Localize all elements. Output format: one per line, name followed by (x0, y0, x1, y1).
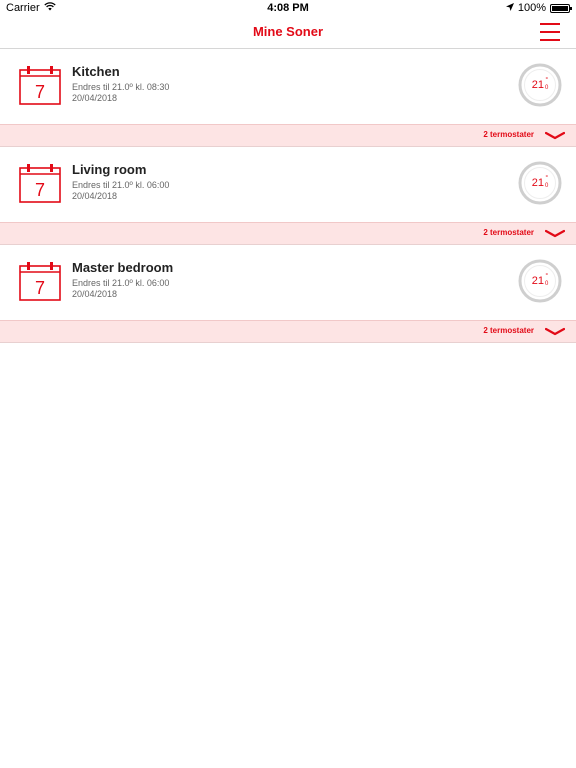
zone-temperature-decimal: 0 (545, 281, 549, 287)
battery-percent: 100% (517, 2, 546, 14)
thermostats-expander[interactable]: 2 termostater (0, 320, 576, 343)
chevron-down-icon[interactable] (545, 131, 565, 141)
zone-change-text: Endres til 21.0º kl. 06:00 (72, 180, 170, 190)
location-arrow-icon (505, 2, 514, 14)
status-bar: Carrier 4:08 PM 100% (0, 0, 576, 16)
hamburger-menu-icon[interactable] (540, 23, 560, 41)
zone-schedule-info: Endres til 21.0º kl. 06:00 20/04/2018 (72, 278, 169, 300)
zone-date: 20/04/2018 (72, 191, 118, 201)
chevron-down-icon[interactable] (545, 229, 565, 239)
zone-item: 7 Master bedroom Endres til 21.0º kl. 06… (0, 245, 576, 343)
navigation-bar: Mine Soner (0, 16, 576, 49)
zone-item: 7 Living room Endres til 21.0º kl. 06:00… (0, 147, 576, 245)
thermostats-expander[interactable]: 2 termostater (0, 124, 576, 147)
zone-temperature-decimal: 0 (545, 183, 549, 189)
thermostats-count-label: 2 termostater (483, 228, 534, 237)
battery-icon (550, 3, 572, 13)
calendar-icon[interactable]: 7 (19, 163, 61, 203)
thermostats-expander[interactable]: 2 termostater (0, 222, 576, 245)
thermostat-dial-icon[interactable]: 21 0 ° (518, 161, 562, 205)
degree-symbol: ° (545, 272, 549, 280)
zone-row[interactable]: 7 Master bedroom Endres til 21.0º kl. 06… (0, 245, 576, 320)
zone-change-text: Endres til 21.0º kl. 08:30 (72, 82, 170, 92)
zone-schedule-info: Endres til 21.0º kl. 06:00 20/04/2018 (72, 180, 169, 202)
chevron-down-icon[interactable] (545, 327, 565, 337)
thermostats-count-label: 2 termostater (483, 130, 534, 139)
zone-name: Living room (72, 162, 147, 177)
zone-schedule-info: Endres til 21.0º kl. 08:30 20/04/2018 (72, 82, 169, 104)
zone-date: 20/04/2018 (72, 289, 118, 299)
calendar-icon[interactable]: 7 (19, 65, 61, 105)
zone-name: Kitchen (72, 64, 120, 79)
zone-temperature: 21 (531, 79, 545, 91)
zone-name: Master bedroom (72, 260, 174, 275)
thermostat-dial-icon[interactable]: 21 0 ° (518, 259, 562, 303)
zone-list: 7 Kitchen Endres til 21.0º kl. 08:30 20/… (0, 49, 576, 343)
zone-row[interactable]: 7 Kitchen Endres til 21.0º kl. 08:30 20/… (0, 49, 576, 124)
zone-date: 20/04/2018 (72, 93, 118, 103)
thermostats-count-label: 2 termostater (483, 326, 534, 335)
thermostat-dial-icon[interactable]: 21 0 ° (518, 63, 562, 107)
zone-temperature: 21 (531, 275, 545, 287)
calendar-day-number: 7 (35, 82, 45, 102)
page-title: Mine Soner (252, 24, 324, 39)
calendar-day-number: 7 (35, 180, 45, 200)
degree-symbol: ° (545, 76, 549, 84)
zone-change-text: Endres til 21.0º kl. 06:00 (72, 278, 170, 288)
zone-item: 7 Kitchen Endres til 21.0º kl. 08:30 20/… (0, 49, 576, 147)
zone-temperature: 21 (531, 177, 545, 189)
zone-row[interactable]: 7 Living room Endres til 21.0º kl. 06:00… (0, 147, 576, 222)
status-time: 4:08 PM (267, 2, 309, 14)
degree-symbol: ° (545, 174, 549, 182)
calendar-icon[interactable]: 7 (19, 261, 61, 301)
calendar-day-number: 7 (35, 278, 45, 298)
zone-temperature-decimal: 0 (545, 85, 549, 91)
